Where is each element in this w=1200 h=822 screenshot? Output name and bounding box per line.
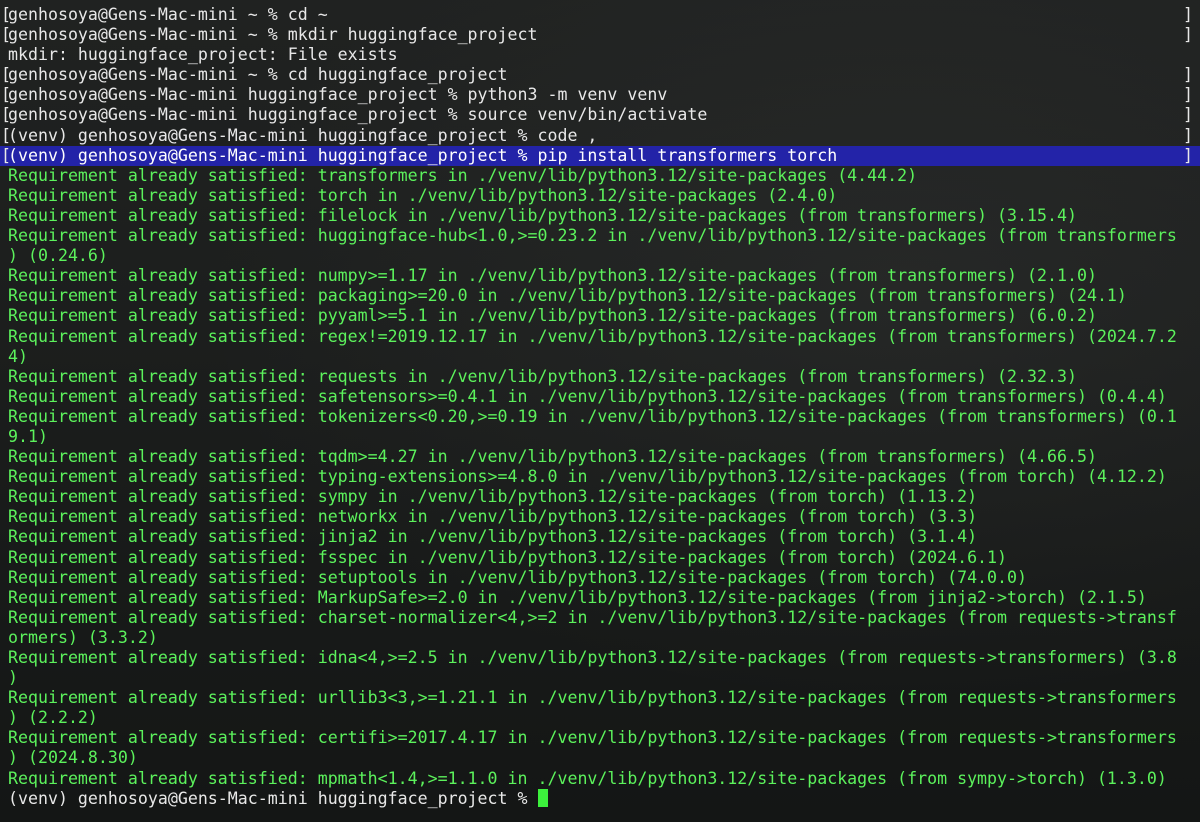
prompt-line: [] genhosoya@Gens-Mac-mini ~ % mkdir hugg… <box>0 25 1200 45</box>
prompt-mark-left: [ <box>1 25 11 45</box>
line-text: Requirement already satisfied: setuptool… <box>8 567 1028 587</box>
output-line: Requirement already satisfied: idna<4,>=… <box>0 648 1200 668</box>
line-text: (venv) genhosoya@Gens-Mac-mini huggingfa… <box>8 125 598 145</box>
prompt-mark-left: [ <box>1 5 11 24</box>
line-text: genhosoya@Gens-Mac-mini ~ % cd ~ <box>8 5 328 24</box>
output-line: Requirement already satisfied: urllib3<3… <box>0 688 1200 708</box>
output-line: Requirement already satisfied: filelock … <box>0 206 1200 226</box>
output-line: Requirement already satisfied: regex!=20… <box>0 327 1200 347</box>
output-line: Requirement already satisfied: huggingfa… <box>0 226 1200 246</box>
output-line: Requirement already satisfied: charset-n… <box>0 608 1200 628</box>
line-text: Requirement already satisfied: regex!=20… <box>8 326 1177 346</box>
line-text: 9.1) <box>8 426 48 446</box>
prompt-line: (venv) genhosoya@Gens-Mac-mini huggingfa… <box>0 788 1200 809</box>
line-text: Requirement already satisfied: charset-n… <box>8 607 1177 627</box>
line-text: Requirement already satisfied: tqdm>=4.2… <box>8 447 1097 467</box>
output-line: 4) <box>0 347 1200 367</box>
line-text: (venv) genhosoya@Gens-Mac-mini huggingfa… <box>8 145 838 165</box>
prompt-mark-left: [ <box>1 65 11 85</box>
line-text: ) (2024.8.30) <box>8 748 138 768</box>
line-text: genhosoya@Gens-Mac-mini ~ % cd huggingfa… <box>8 65 508 85</box>
output-line: Requirement already satisfied: tokenizer… <box>0 407 1200 427</box>
output-line: Requirement already satisfied: transform… <box>0 166 1200 186</box>
prompt-mark-left: [ <box>1 145 11 165</box>
line-text: Requirement already satisfied: requests … <box>8 366 1077 386</box>
line-text: Requirement already satisfied: filelock … <box>8 205 1077 225</box>
line-text: Requirement already satisfied: jinja2 in… <box>8 527 978 547</box>
output-line: Requirement already satisfied: safetenso… <box>0 387 1200 407</box>
prompt-mark-right: ] <box>1183 105 1193 125</box>
output-line: ) (2.2.2) <box>0 708 1200 728</box>
line-text: 4) <box>8 346 28 366</box>
line-text: genhosoya@Gens-Mac-mini huggingface_proj… <box>8 105 708 125</box>
prompt-mark-right: ] <box>1183 25 1193 45</box>
line-text: mkdir: huggingface_project: File exists <box>8 45 398 65</box>
prompt-line: [] genhosoya@Gens-Mac-mini ~ % cd hugging… <box>0 65 1200 85</box>
line-text: Requirement already satisfied: packaging… <box>8 286 1127 306</box>
output-line: ) <box>0 668 1200 688</box>
line-text: Requirement already satisfied: fsspec in… <box>8 547 1008 567</box>
terminal-window[interactable]: [] genhosoya@Gens-Mac-mini ~ % cd ~[] genh… <box>0 0 1200 822</box>
output-line: Requirement already satisfied: sympy in … <box>0 487 1200 507</box>
output-line: Requirement already satisfied: torch in … <box>0 186 1200 206</box>
prompt-line: [] genhosoya@Gens-Mac-mini huggingface_pr… <box>0 105 1200 125</box>
prompt-mark-left: [ <box>1 105 11 125</box>
line-text: Requirement already satisfied: idna<4,>=… <box>8 648 1177 667</box>
output-line: Requirement already satisfied: networkx … <box>0 507 1200 527</box>
output-line: Requirement already satisfied: fsspec in… <box>0 548 1200 568</box>
output-line: ) (0.24.6) <box>0 246 1200 266</box>
output-line: ormers) (3.3.2) <box>0 628 1200 648</box>
selected-command-line: [] (venv) genhosoya@Gens-Mac-mini hugging… <box>0 145 1200 166</box>
output-line: Requirement already satisfied: jinja2 in… <box>0 527 1200 547</box>
prompt-mark-right: ] <box>1183 85 1193 105</box>
line-text: Requirement already satisfied: typing-ex… <box>8 467 1167 487</box>
line-text: ) (0.24.6) <box>8 246 108 266</box>
line-text: (venv) genhosoya@Gens-Mac-mini huggingfa… <box>8 788 538 808</box>
output-line: ) (2024.8.30) <box>0 748 1200 768</box>
line-text: genhosoya@Gens-Mac-mini ~ % mkdir huggin… <box>8 25 538 45</box>
line-text: Requirement already satisfied: tokenizer… <box>8 406 1177 426</box>
prompt-mark-right: ] <box>1183 5 1193 24</box>
prompt-mark-right: ] <box>1183 145 1193 165</box>
line-text: Requirement already satisfied: safetenso… <box>8 386 1167 406</box>
line-text: ) <box>8 668 18 688</box>
line-text: Requirement already satisfied: numpy>=1.… <box>8 266 1097 286</box>
prompt-line: [] (venv) genhosoya@Gens-Mac-mini hugging… <box>0 126 1200 146</box>
line-text: Requirement already satisfied: torch in … <box>8 185 838 205</box>
prompt-line: mkdir: huggingface_project: File exists <box>0 45 1200 65</box>
output-line: Requirement already satisfied: numpy>=1.… <box>0 266 1200 286</box>
output-line: Requirement already satisfied: tqdm>=4.2… <box>0 447 1200 467</box>
line-text: Requirement already satisfied: mpmath<1.… <box>8 768 1167 788</box>
prompt-mark-right: ] <box>1183 125 1193 145</box>
prompt-line: [] genhosoya@Gens-Mac-mini huggingface_pr… <box>0 85 1200 105</box>
line-text: Requirement already satisfied: urllib3<3… <box>8 688 1177 708</box>
line-text: genhosoya@Gens-Mac-mini huggingface_proj… <box>8 85 668 105</box>
output-line: Requirement already satisfied: mpmath<1.… <box>0 769 1200 789</box>
output-line: 9.1) <box>0 427 1200 447</box>
prompt-mark-left: [ <box>1 85 11 105</box>
output-line: Requirement already satisfied: certifi>=… <box>0 728 1200 748</box>
output-line: Requirement already satisfied: MarkupSaf… <box>0 588 1200 608</box>
output-line: Requirement already satisfied: requests … <box>0 367 1200 387</box>
line-text: Requirement already satisfied: MarkupSaf… <box>8 587 1147 607</box>
text-cursor[interactable] <box>537 788 548 807</box>
line-text: ) (2.2.2) <box>8 708 98 728</box>
output-line: Requirement already satisfied: setuptool… <box>0 568 1200 588</box>
line-text: Requirement already satisfied: transform… <box>8 165 918 185</box>
prompt-mark-left: [ <box>1 125 11 145</box>
line-text: Requirement already satisfied: certifi>=… <box>8 728 1177 748</box>
line-text: Requirement already satisfied: networkx … <box>8 507 978 527</box>
line-text: Requirement already satisfied: huggingfa… <box>8 226 1177 246</box>
terminal-output[interactable]: [] genhosoya@Gens-Mac-mini ~ % cd ~[] genh… <box>0 5 1200 809</box>
prompt-mark-right: ] <box>1183 65 1193 85</box>
output-line: Requirement already satisfied: typing-ex… <box>0 467 1200 487</box>
output-line: Requirement already satisfied: packaging… <box>0 286 1200 306</box>
line-text: Requirement already satisfied: pyyaml>=5… <box>8 306 1097 326</box>
line-text: ormers) (3.3.2) <box>8 627 158 647</box>
output-line: Requirement already satisfied: pyyaml>=5… <box>0 306 1200 326</box>
prompt-line: [] genhosoya@Gens-Mac-mini ~ % cd ~ <box>0 5 1200 25</box>
line-text: Requirement already satisfied: sympy in … <box>8 487 978 507</box>
